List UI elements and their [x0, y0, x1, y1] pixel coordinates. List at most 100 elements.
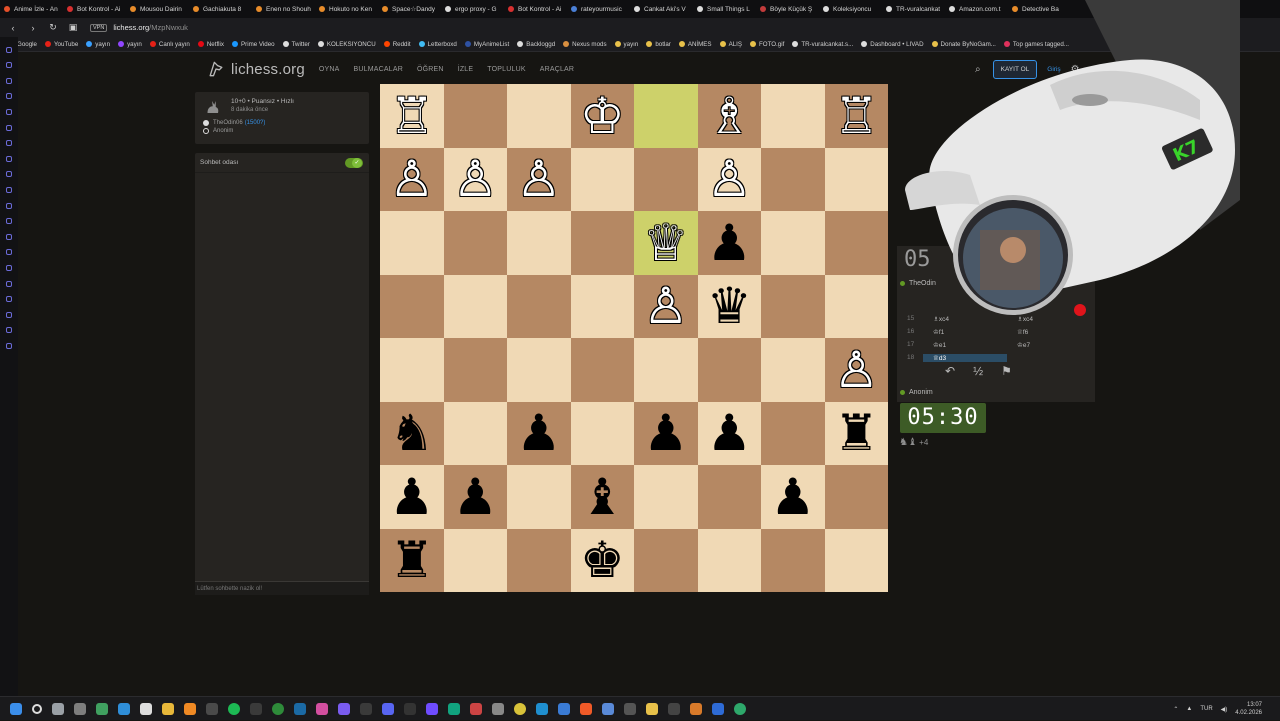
- board-square[interactable]: ♜: [824, 401, 888, 465]
- app-icon[interactable]: [646, 702, 658, 715]
- url-field[interactable]: VPN lichess.org /MzpNwxuk: [90, 23, 188, 32]
- sidebar-app-icon[interactable]: [6, 311, 12, 318]
- chess-piece[interactable]: ♟: [707, 408, 752, 458]
- sidebar-app-icon[interactable]: [6, 280, 12, 287]
- board-square[interactable]: ♙: [697, 147, 761, 211]
- board-square[interactable]: [761, 274, 825, 338]
- app-icon[interactable]: [360, 702, 372, 715]
- bookmark-item[interactable]: yayın: [614, 41, 638, 48]
- vpn-badge[interactable]: VPN: [90, 23, 108, 32]
- white-player-name[interactable]: TheOdin06: [213, 120, 243, 126]
- chess-piece[interactable]: ♕: [643, 218, 688, 268]
- brave-icon[interactable]: [580, 702, 592, 715]
- sidebar-app-icon[interactable]: [6, 233, 12, 240]
- shield-icon[interactable]: ▣: [66, 22, 80, 33]
- bookmark-item[interactable]: ANİMES: [678, 41, 712, 48]
- app-icon[interactable]: [712, 702, 724, 715]
- app-icon[interactable]: [492, 702, 504, 715]
- app-icon[interactable]: [338, 702, 350, 715]
- bookmark-item[interactable]: yayın: [118, 41, 142, 48]
- task-view-icon[interactable]: [52, 702, 64, 715]
- sidebar-app-icon[interactable]: [6, 171, 12, 178]
- app-icon[interactable]: [624, 702, 636, 715]
- sidebar-app-icon[interactable]: [6, 77, 12, 84]
- board-square[interactable]: ♖: [380, 84, 444, 148]
- board-square[interactable]: [761, 211, 825, 275]
- chess-piece[interactable]: ♙: [707, 154, 752, 204]
- bookmark-item[interactable]: TR-vuralcankat.s...: [792, 41, 853, 48]
- chess-piece[interactable]: ♚: [580, 535, 625, 585]
- app-icon[interactable]: [602, 702, 614, 715]
- board-square[interactable]: [380, 211, 444, 275]
- language-indicator[interactable]: TUR: [1200, 706, 1212, 712]
- app-icon[interactable]: [668, 702, 680, 715]
- board-square[interactable]: ♖: [824, 84, 888, 148]
- chess-piece[interactable]: ♟: [453, 472, 498, 522]
- volume-icon[interactable]: ◀): [1221, 706, 1228, 713]
- board-square[interactable]: [824, 211, 888, 275]
- chess-piece[interactable]: ♟: [389, 472, 434, 522]
- board-square[interactable]: [570, 211, 634, 275]
- board-square[interactable]: [824, 147, 888, 211]
- board-square[interactable]: [761, 528, 825, 592]
- sidebar-app-icon[interactable]: [6, 93, 12, 100]
- chess-board[interactable]: ♖ ♔ ♗ ♖ ♙ ♙ ♙ ♙ ♕ ♟ ♙ ♛ ♙ ♞ ♟ ♟ ♟ ♜ ♟ ♟ ♝ ♟ ♜ ♚: [380, 84, 888, 592]
- chess-piece[interactable]: ♟: [707, 218, 752, 268]
- bookmark-item[interactable]: botlar: [646, 41, 671, 48]
- board-square[interactable]: [380, 274, 444, 338]
- app-icon[interactable]: [426, 702, 438, 715]
- bookmark-item[interactable]: Reddit: [383, 41, 411, 48]
- bookmark-item[interactable]: FOTO.gif: [749, 41, 784, 48]
- browser-tab[interactable]: Bot Kontrol - Ai: [504, 0, 567, 18]
- sidebar-app-icon[interactable]: [6, 108, 12, 115]
- bookmark-item[interactable]: YouTube: [44, 41, 78, 48]
- app-icon[interactable]: [690, 702, 702, 715]
- sidebar-app-icon[interactable]: [6, 342, 12, 349]
- chess-piece[interactable]: ♖: [834, 91, 879, 141]
- board-square[interactable]: ♝: [570, 465, 634, 529]
- board-square[interactable]: ♟: [697, 401, 761, 465]
- chess-piece[interactable]: ♙: [453, 154, 498, 204]
- chevron-up-icon[interactable]: ⌃: [1173, 706, 1178, 713]
- network-icon[interactable]: ▲: [1186, 706, 1192, 712]
- windows-start-icon[interactable]: [10, 702, 22, 715]
- sidebar-app-icon[interactable]: [6, 155, 12, 162]
- board-square[interactable]: ♙: [634, 274, 698, 338]
- browser-tab[interactable]: Cankat Aki's V: [630, 0, 693, 18]
- board-square[interactable]: [824, 274, 888, 338]
- board-square[interactable]: [697, 528, 761, 592]
- board-square[interactable]: [507, 465, 571, 529]
- chess-piece[interactable]: ♙: [643, 281, 688, 331]
- search-icon[interactable]: [32, 703, 42, 714]
- board-square[interactable]: [634, 528, 698, 592]
- board-square[interactable]: [634, 465, 698, 529]
- bookmark-item[interactable]: Canlı yayın: [149, 41, 190, 48]
- chess-piece[interactable]: ♗: [707, 91, 752, 141]
- board-square[interactable]: [443, 211, 507, 275]
- board-square[interactable]: [507, 528, 571, 592]
- steam-icon[interactable]: [294, 702, 306, 715]
- nav-puzzles[interactable]: BULMACALAR: [354, 66, 403, 73]
- nav-watch[interactable]: İZLE: [458, 66, 474, 73]
- takeback-icon[interactable]: ↶: [945, 364, 955, 378]
- sidebar-app-icon[interactable]: [6, 62, 12, 69]
- opera-icon[interactable]: [514, 702, 526, 715]
- board-square[interactable]: ♚: [570, 528, 634, 592]
- chess-piece[interactable]: ♙: [834, 345, 879, 395]
- chess-piece[interactable]: ♙: [516, 154, 561, 204]
- move-white[interactable]: ♕d3: [923, 353, 1007, 362]
- board-square[interactable]: ♙: [443, 147, 507, 211]
- app-icon[interactable]: [140, 702, 152, 715]
- board-square[interactable]: [507, 338, 571, 402]
- sidebar-app-icon[interactable]: [6, 46, 12, 53]
- board-square[interactable]: [507, 84, 571, 148]
- app-icon[interactable]: [316, 702, 328, 715]
- sidebar-app-icon[interactable]: [6, 264, 12, 271]
- app-icon[interactable]: [558, 702, 570, 715]
- bookmark-item[interactable]: Letterboxd: [418, 41, 457, 48]
- browser-tab[interactable]: Bot Kontrol - Ai: [63, 0, 126, 18]
- sidebar-app-icon[interactable]: [6, 249, 12, 256]
- site-logo[interactable]: lichess.org: [205, 59, 305, 79]
- board-square[interactable]: [443, 401, 507, 465]
- board-square[interactable]: ♟: [380, 465, 444, 529]
